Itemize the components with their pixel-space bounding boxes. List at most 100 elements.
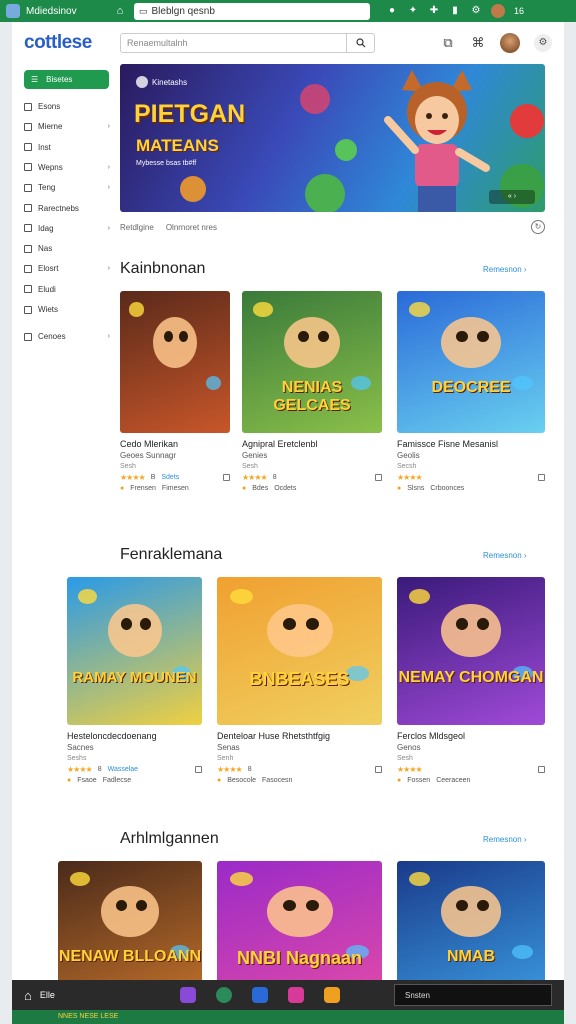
card-genre: Geoes Sunnagr xyxy=(120,451,177,460)
site-logo[interactable]: cottlese xyxy=(24,32,120,54)
hero-controls[interactable]: « › xyxy=(489,190,535,204)
section-title: Kainbnonan xyxy=(120,260,206,277)
taskbar-app-blue[interactable] xyxy=(251,987,268,1003)
search-input[interactable]: Renaemultalnh xyxy=(121,38,346,48)
taskbar-label: Elle xyxy=(39,990,55,1000)
game-card[interactable]: Cedo Mlerikan Geoes Sunnagr Sesh ★★★★ B Sdets… xyxy=(120,291,230,492)
sidebar-item[interactable]: Elosrt › xyxy=(24,264,110,273)
hero-caption-right[interactable]: Olnrnoret nres xyxy=(166,223,217,232)
sidebar-item[interactable]: Wepns › xyxy=(24,163,110,172)
sidebar-item-label: Nas xyxy=(38,244,53,254)
refresh-icon[interactable]: ↻ xyxy=(531,220,545,234)
card-genre: Sacnes xyxy=(67,743,94,752)
section-title: Fenraklemana xyxy=(120,546,223,563)
section-see-more-link[interactable]: Remesnon › xyxy=(483,265,527,274)
taskbar-app-green[interactable] xyxy=(215,987,232,1003)
nav-item-icon xyxy=(24,204,32,212)
sidebar-item[interactable]: Esons xyxy=(24,102,110,111)
bag-icon[interactable]: ⌘ xyxy=(470,35,486,51)
card-title[interactable]: Hesteloncdecdoenang xyxy=(67,731,202,741)
game-thumbnail[interactable]: DEOCREE xyxy=(397,291,545,433)
game-card[interactable]: RAMAY MOUNEN Hesteloncdecdoenang Sacnes Ses… xyxy=(67,577,202,784)
thumbnail-title: NEMAY CHOMGAN xyxy=(398,668,544,686)
coin-icon: ● xyxy=(217,777,222,784)
card-title[interactable]: Cedo Mlerikan xyxy=(120,439,230,449)
card-meta: Senh xyxy=(217,755,234,762)
card-footer-right: Ceeraceen xyxy=(436,777,471,784)
taskbar-app-pink[interactable] xyxy=(287,987,304,1003)
puzzle-icon[interactable]: ✚ xyxy=(428,5,440,17)
bookmark-icon[interactable] xyxy=(223,474,230,481)
section-see-more-link[interactable]: Remesnon › xyxy=(483,835,527,844)
bookmark-icon[interactable] xyxy=(195,766,202,773)
bookmark-icon[interactable] xyxy=(375,766,382,773)
hero-caption-left[interactable]: Retdlgine xyxy=(120,223,154,232)
app-name: Mdiedsinov xyxy=(26,5,77,17)
profile-avatar[interactable] xyxy=(491,4,505,18)
home-icon[interactable]: ⌂ xyxy=(112,5,128,17)
coin-icon: ● xyxy=(242,485,247,492)
card-title[interactable]: Famissce Fisne Mesanisl xyxy=(397,439,545,449)
star-rating-icon: ★★★★ xyxy=(67,765,93,774)
card-footer-left: Fossen xyxy=(407,777,431,784)
sidebar-item-label: Elosrt xyxy=(38,264,59,274)
extension-icon[interactable]: ✦ xyxy=(407,5,419,17)
bookmark-icon[interactable] xyxy=(538,474,545,481)
game-card[interactable]: NEMAY CHOMGAN Ferclos Mldsgeol Genos Sesh ★★… xyxy=(397,577,545,784)
section-see-more-link[interactable]: Remesnon › xyxy=(483,551,527,560)
taskbar-app-orange[interactable] xyxy=(323,987,340,1003)
sidebar-item[interactable]: Inst xyxy=(24,143,110,152)
sidebar-item[interactable]: Teng › xyxy=(24,183,110,192)
card-title[interactable]: Ferclos Mldsgeol xyxy=(397,731,545,741)
card-title[interactable]: Denteloar Huse Rhetsthtfgig xyxy=(217,731,382,741)
hero-tagline: Mybesse bsas tb#ff xyxy=(136,160,197,167)
sidebar-item[interactable]: Mierne › xyxy=(24,122,110,131)
game-thumbnail[interactable] xyxy=(120,291,230,433)
sidebar-item[interactable]: Eludi xyxy=(24,285,110,294)
card-meta: Seshs xyxy=(67,755,87,762)
sidebar-item[interactable]: Rarectnebs xyxy=(24,204,110,213)
star-rating-icon: ★★★★ xyxy=(397,473,423,482)
taskbar-app-purple[interactable] xyxy=(179,987,196,1003)
sidebar-item-label: Mierne xyxy=(38,122,63,132)
sidebar-item[interactable]: Wiets xyxy=(24,305,110,314)
game-card[interactable]: NENIAS GELCAES Agnipral Eretclenbl Genies S… xyxy=(242,291,382,492)
taskbar-search[interactable]: Snsten xyxy=(394,984,552,1006)
hero-character-illustration xyxy=(384,70,490,212)
sidebar-item[interactable]: Nas xyxy=(24,244,110,253)
sidebar-active-label: Bisetes xyxy=(46,75,73,84)
sidebar-item[interactable]: Cenoes › xyxy=(24,332,110,341)
card-rating: 8 xyxy=(272,474,277,481)
coin-icon: ● xyxy=(397,777,402,784)
hero-banner[interactable]: Kinetashs PIETGAN MATEANS Mybesse bsas t… xyxy=(120,64,545,212)
bookmark-icon[interactable] xyxy=(375,474,382,481)
home-icon[interactable]: ⌂ xyxy=(24,988,32,1003)
thumbnail-title: NENIAS GELCAES xyxy=(273,379,351,415)
notification-icon[interactable]: ⧉ xyxy=(440,35,456,51)
sidebar-item[interactable]: Idag › xyxy=(24,224,110,233)
record-icon[interactable]: ● xyxy=(386,5,398,17)
game-thumbnail[interactable]: NENIAS GELCAES xyxy=(242,291,382,433)
bookmark-icon[interactable] xyxy=(538,766,545,773)
brand-icon xyxy=(136,76,148,88)
game-thumbnail[interactable]: BNBEASES xyxy=(217,577,382,725)
search-button[interactable] xyxy=(346,34,374,52)
search-box[interactable]: Renaemultalnh xyxy=(120,33,375,53)
gear-icon[interactable]: ⚙ xyxy=(534,34,552,52)
user-avatar[interactable] xyxy=(500,33,520,53)
game-thumbnail[interactable]: NEMAY CHOMGAN xyxy=(397,577,545,725)
thumbnail-title: RAMAY MOUNEN xyxy=(72,668,197,686)
address-bar[interactable]: ▭ Bleblgn qesnb xyxy=(134,2,370,20)
chevron-down-icon: › xyxy=(107,265,110,273)
game-thumbnail[interactable]: RAMAY MOUNEN xyxy=(67,577,202,725)
card-title[interactable]: Agnipral Eretclenbl xyxy=(242,439,382,449)
app-icon[interactable] xyxy=(6,4,20,18)
sidebar-item-label: Esons xyxy=(38,102,61,111)
settings-icon[interactable]: ⚙ xyxy=(470,5,482,17)
card-genre: Geolis xyxy=(397,451,420,460)
sidebar-item-active[interactable]: ☰ Bisetes xyxy=(24,70,109,89)
nav-item-icon xyxy=(24,285,32,294)
game-card[interactable]: BNBEASES Denteloar Huse Rhetsthtfgig Senas… xyxy=(217,577,382,784)
battery-icon: ▮ xyxy=(452,5,458,16)
game-card[interactable]: DEOCREE Famissce Fisne Mesanisl Geolis Secs… xyxy=(397,291,545,492)
